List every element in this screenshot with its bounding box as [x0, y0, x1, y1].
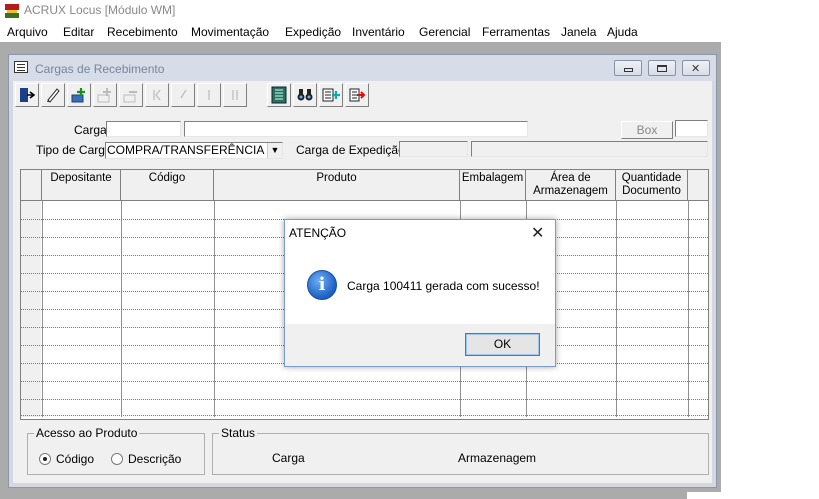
column-quantidade-documento[interactable]: Quantidade Documento — [616, 170, 688, 201]
first-record-button[interactable] — [145, 83, 169, 107]
column-area-armazenagem[interactable]: Área de Armazenagem — [526, 170, 616, 201]
info-icon: i — [307, 270, 337, 300]
grid-header: Depositante Código Produto Embalagem Áre… — [21, 170, 708, 201]
menu-bar: Arquivo Editar Recebimento Movimentação … — [0, 22, 819, 42]
import-button[interactable] — [345, 83, 369, 107]
chevron-down-icon[interactable]: ▼ — [267, 143, 282, 158]
menu-expedicao[interactable]: Expedição — [285, 25, 341, 39]
close-icon: ✕ — [691, 63, 701, 75]
dialog-close-icon[interactable]: ✕ — [531, 223, 544, 243]
table-row[interactable] — [21, 399, 708, 400]
mdi-outside-area-bottom — [687, 492, 819, 499]
new-record-icon — [71, 88, 85, 103]
table-row[interactable] — [21, 381, 708, 382]
carga-label: Carga — [74, 123, 107, 137]
restore-icon — [657, 65, 667, 72]
prev-disabled-icon — [180, 89, 187, 99]
carga-description-input[interactable] — [184, 121, 528, 137]
app-titlebar: ACRUX Locus [Módulo WM] — [0, 0, 819, 22]
menu-janela[interactable]: Janela — [561, 25, 596, 39]
menu-arquivo[interactable]: Arquivo — [7, 25, 48, 39]
insert-row-icon — [322, 88, 340, 102]
minimize-button[interactable] — [614, 60, 642, 76]
carga-expedicao-label: Carga de Expedição — [296, 143, 405, 157]
atencao-dialog: ATENÇÃO ✕ i Carga 100411 gerada com suce… — [284, 219, 556, 367]
status-carga: Carga — [272, 451, 305, 465]
form-icon — [14, 61, 28, 73]
column-embalagem[interactable]: Embalagem — [460, 170, 526, 201]
minimize-icon — [624, 68, 633, 72]
carga-expedicao-description-input[interactable] — [471, 141, 708, 157]
dialog-title: ATENÇÃO — [289, 226, 347, 240]
status-group: Status Carga Armazenagem — [212, 426, 709, 475]
window-title: Cargas de Recebimento — [35, 62, 165, 76]
menu-editar[interactable]: Editar — [63, 25, 94, 39]
menu-ferramentas[interactable]: Ferramentas — [482, 25, 550, 39]
exit-icon — [20, 88, 36, 102]
tipo-carga-value: COMPRA/TRANSFERÊNCIA — [107, 143, 265, 157]
next-record-button[interactable] — [197, 83, 221, 107]
clear-button[interactable] — [41, 83, 65, 107]
window-titlebar[interactable]: Cargas de Recebimento ✕ — [9, 55, 716, 81]
menu-inventario[interactable]: Inventário — [352, 25, 405, 39]
row-indicator-header — [21, 170, 42, 201]
grid-view-button[interactable] — [267, 83, 291, 107]
menu-ajuda[interactable]: Ajuda — [607, 25, 638, 39]
last-disabled-icon — [232, 90, 238, 100]
codigo-radio[interactable] — [39, 453, 51, 465]
carga-input[interactable] — [106, 121, 181, 137]
app-title: ACRUX Locus [Módulo WM] — [24, 3, 176, 17]
column-codigo[interactable]: Código — [121, 170, 214, 201]
binoculars-icon — [297, 89, 313, 101]
prev-record-button[interactable] — [171, 83, 195, 107]
window-close-button[interactable]: ✕ — [682, 60, 710, 76]
menu-recebimento[interactable]: Recebimento — [107, 25, 178, 39]
column-produto[interactable]: Produto — [214, 170, 460, 201]
status-armazenagem: Armazenagem — [458, 451, 537, 465]
menu-gerencial[interactable]: Gerencial — [419, 25, 470, 39]
eraser-icon — [47, 88, 60, 103]
insert-row-button[interactable] — [319, 83, 343, 107]
mdi-outside-area — [721, 42, 819, 492]
dialog-message: Carga 100411 gerada com sucesso! — [347, 279, 540, 293]
box-button[interactable]: Box — [621, 121, 673, 139]
ok-button[interactable]: OK — [465, 333, 540, 356]
grid-icon — [271, 86, 287, 104]
acesso-produto-title: Acesso ao Produto — [34, 426, 140, 440]
add-item-button[interactable] — [93, 83, 117, 107]
descricao-radio-label[interactable]: Descrição — [128, 452, 181, 466]
tipo-carga-label: Tipo de Carga — [36, 143, 112, 157]
tipo-carga-select[interactable]: COMPRA/TRANSFERÊNCIA ▼ — [105, 142, 283, 159]
last-record-button[interactable] — [223, 83, 247, 107]
next-disabled-icon — [208, 90, 210, 100]
toolbar — [15, 83, 377, 109]
table-row[interactable] — [21, 415, 708, 416]
dialog-footer: OK — [285, 324, 555, 366]
first-disabled-icon — [153, 89, 161, 101]
exit-button[interactable] — [15, 83, 39, 107]
remove-item-button[interactable] — [119, 83, 143, 107]
search-button[interactable] — [293, 83, 317, 107]
add-disabled-icon — [97, 88, 111, 103]
codigo-radio-label[interactable]: Código — [56, 452, 94, 466]
column-depositante[interactable]: Depositante — [42, 170, 121, 201]
carga-expedicao-input[interactable] — [399, 141, 468, 157]
box-input[interactable] — [675, 120, 708, 137]
descricao-radio[interactable] — [111, 453, 123, 465]
status-title: Status — [219, 426, 258, 440]
restore-button[interactable] — [648, 60, 676, 76]
new-record-button[interactable] — [67, 83, 91, 107]
remove-disabled-icon — [123, 91, 137, 103]
acesso-produto-group: Acesso ao Produto Código Descrição — [27, 426, 205, 475]
app-logo-icon — [5, 4, 19, 18]
menu-movimentacao[interactable]: Movimentação — [191, 25, 269, 39]
import-icon — [349, 88, 366, 102]
